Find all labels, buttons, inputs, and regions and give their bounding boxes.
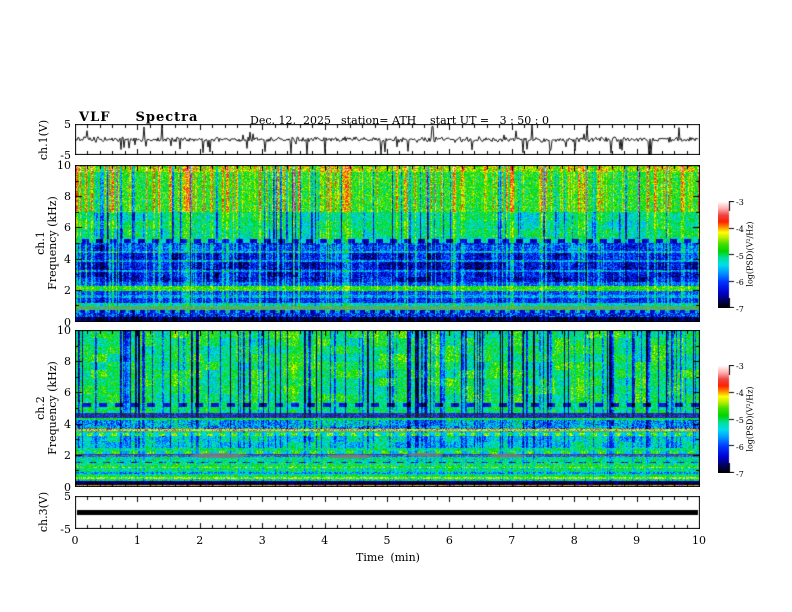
ch1-axis-label-line2: Frequency (kHz) <box>46 196 59 290</box>
ch1-waveform-panel <box>75 124 700 155</box>
time-tick-label: 10 <box>692 534 706 547</box>
time-tick-label: 9 <box>633 534 641 547</box>
ch2-freq-tick-label: 10 <box>57 323 71 337</box>
ch2-axis-label-line2: Frequency (kHz) <box>46 361 59 455</box>
time-tick-label: 4 <box>321 534 329 547</box>
ch2-frequency-axis-label: ch.2 Frequency (kHz) <box>34 361 59 455</box>
ch2-colorbar <box>718 365 738 473</box>
figure-title: VLF Spectra <box>79 110 199 125</box>
ch1-voltage-axis-label: ch.1(V) <box>37 119 50 161</box>
time-tick-label: 6 <box>445 534 453 547</box>
time-tick-label: 2 <box>196 534 204 547</box>
time-axis-label: Time (min) <box>356 551 420 564</box>
ch1-colorbar <box>718 201 738 308</box>
ch2-colorbar-label: log(PSD)(V²/Hz) <box>745 386 755 452</box>
time-tick-label: 5 <box>383 534 391 547</box>
time-tick-label: 1 <box>133 534 141 547</box>
time-tick-label: 0 <box>71 534 79 547</box>
ch2-spectrogram-panel <box>75 330 700 487</box>
time-tick-label: 3 <box>258 534 266 547</box>
ch1-spectrogram-panel <box>75 165 700 322</box>
ch3-waveform-panel <box>75 496 700 529</box>
ch1-colorbar-label: log(PSD)(V²/Hz) <box>745 221 755 287</box>
time-tick-label: 7 <box>508 534 516 547</box>
ch3-voltage-axis-label: ch.3(V) <box>37 491 50 533</box>
ch1-freq-tick-label: 0 <box>64 315 71 329</box>
ch1-freq-tick-label: 10 <box>57 158 71 172</box>
vlf-spectra-figure: VLF Spectra Dec. 12, 2025 station= ATH s… <box>0 0 792 612</box>
ch1-frequency-axis-label: ch.1 Frequency (kHz) <box>34 196 59 290</box>
time-tick-label: 8 <box>570 534 578 547</box>
